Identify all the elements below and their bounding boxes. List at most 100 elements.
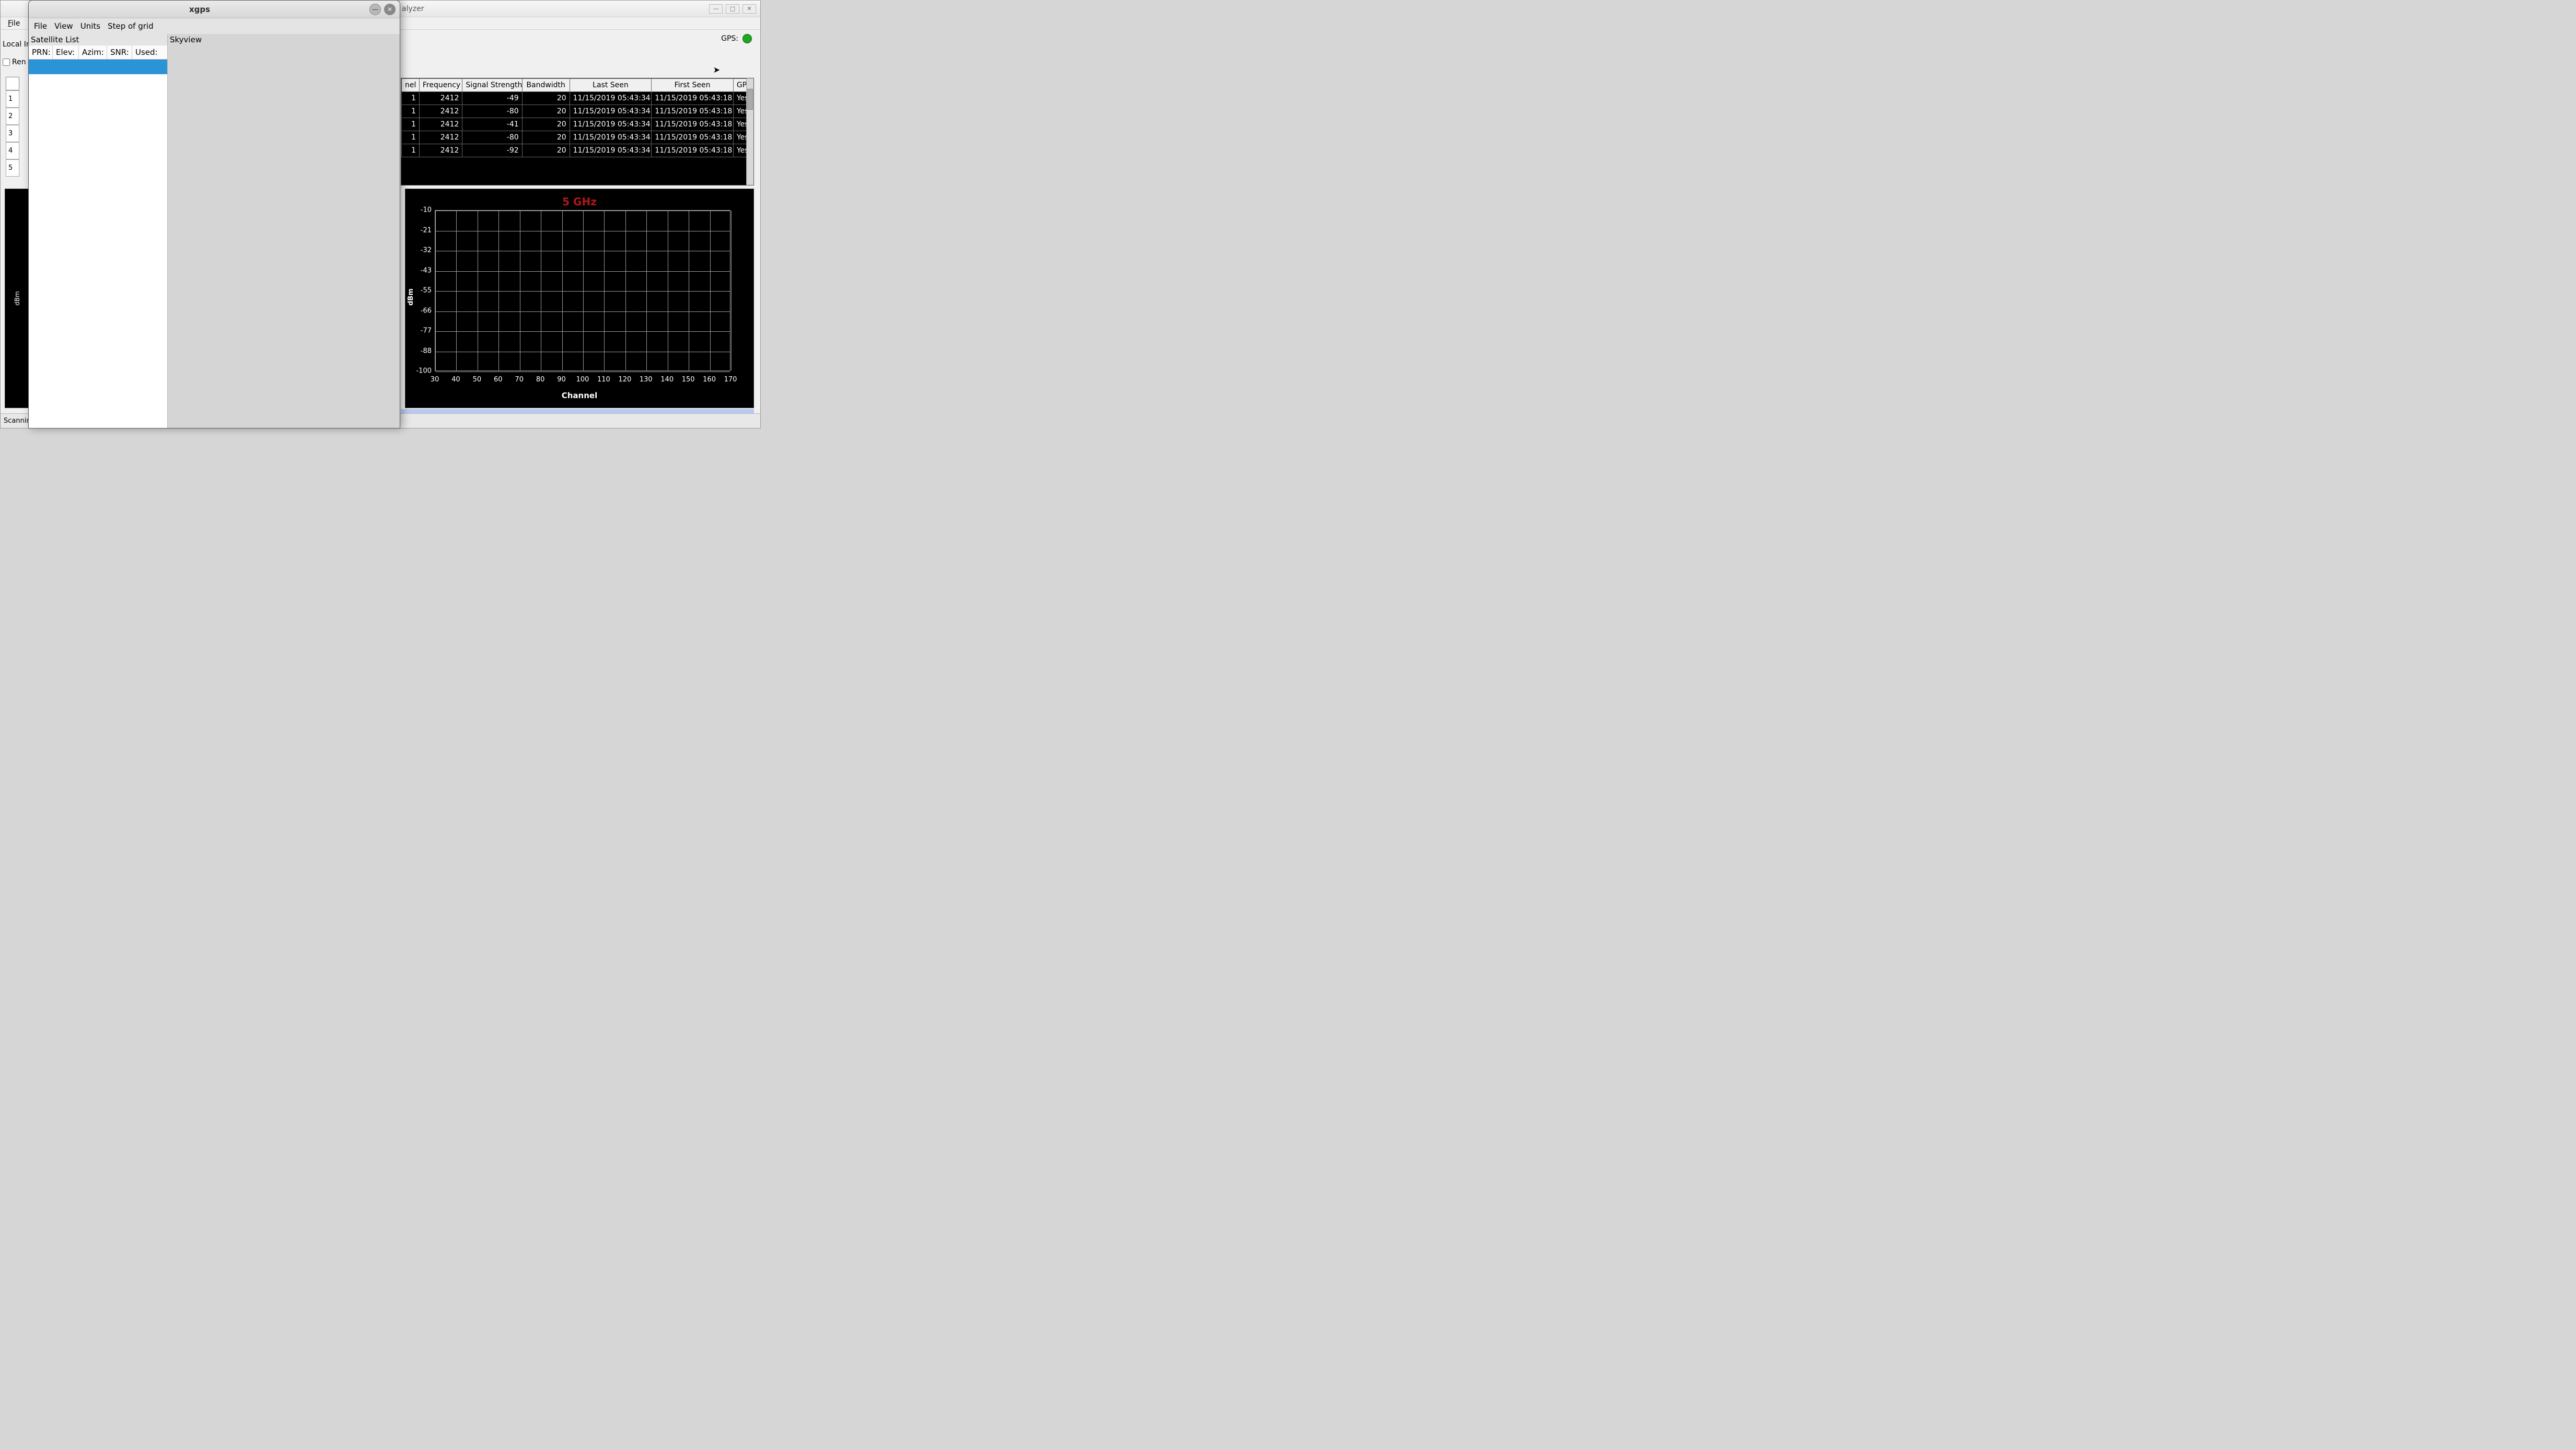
grid-vline — [456, 211, 457, 370]
chart-xtick: 140 — [660, 376, 674, 384]
chart-xtick: 60 — [494, 376, 503, 384]
table-row[interactable]: 12412-802011/15/2019 05:43:3411/15/2019 … — [402, 105, 753, 118]
chart-xtick: 150 — [682, 376, 695, 384]
row-header-blank — [6, 77, 19, 90]
close-button[interactable]: ✕ — [742, 4, 756, 14]
col-first-seen[interactable]: First Seen — [652, 79, 734, 92]
table-row[interactable]: 12412-412011/15/2019 05:43:3411/15/2019 … — [402, 118, 753, 131]
skyview-header: Skyview — [168, 34, 400, 45]
chart-ytick: -77 — [405, 327, 432, 335]
xgps-menu-view[interactable]: View — [54, 21, 73, 31]
grid-vline — [583, 211, 584, 370]
grid-hline — [435, 311, 730, 312]
table-row[interactable]: 12412-922011/15/2019 05:43:3411/15/2019 … — [402, 144, 753, 157]
chart-xtick: 80 — [536, 376, 545, 384]
col-channel-fragment[interactable]: nel — [402, 79, 420, 92]
chart-xtick: 100 — [576, 376, 589, 384]
cell: -80 — [462, 131, 522, 144]
grid-vline — [710, 211, 711, 370]
cell: 20 — [522, 105, 570, 118]
networks-table[interactable]: nel Frequency Signal Strength Bandwidth … — [401, 78, 754, 185]
xgps-minimize-button[interactable]: — — [369, 4, 381, 15]
col-azim[interactable]: Azim: — [79, 45, 107, 59]
cell: 11/15/2019 05:43:18 — [652, 92, 734, 105]
chart-ytick: -10 — [405, 206, 432, 214]
cell: 1 — [402, 105, 420, 118]
table-row[interactable]: 12412-802011/15/2019 05:43:3411/15/2019 … — [402, 131, 753, 144]
row-header-3[interactable]: 3 — [6, 125, 19, 142]
grid-vline — [625, 211, 626, 370]
cell: 1 — [402, 144, 420, 157]
chart-ytick: -32 — [405, 247, 432, 254]
chart-ytick: -88 — [405, 347, 432, 355]
scrollbar-thumb[interactable] — [747, 89, 753, 110]
cell: 11/15/2019 05:43:18 — [652, 144, 734, 157]
grid-vline — [498, 211, 499, 370]
chart-ytick: -55 — [405, 287, 432, 295]
chart-xtick: 110 — [597, 376, 610, 384]
xgps-menu-step[interactable]: Step of grid — [108, 21, 154, 31]
row-header-1[interactable]: 1 — [6, 90, 19, 108]
progress-strip — [401, 409, 754, 413]
xgps-close-button[interactable]: ✕ — [384, 4, 396, 15]
xgps-titlebar[interactable]: xgps — ✕ — [29, 1, 400, 18]
table-scrollbar[interactable] — [746, 78, 753, 185]
grid-vline — [604, 211, 605, 370]
grid-vline — [646, 211, 647, 370]
col-used[interactable]: Used: — [132, 45, 167, 59]
minimize-button[interactable]: — — [709, 4, 723, 14]
chart-xtick: 40 — [451, 376, 460, 384]
cell: -92 — [462, 144, 522, 157]
xgps-menu-units[interactable]: Units — [80, 21, 100, 31]
col-bandwidth[interactable]: Bandwidth — [522, 79, 570, 92]
cell: 2412 — [419, 131, 462, 144]
row-header-4[interactable]: 4 — [6, 142, 19, 159]
col-elev[interactable]: Elev: — [53, 45, 79, 59]
satellite-list-header: Satellite List — [29, 34, 167, 45]
xgps-menu-file[interactable]: File — [34, 21, 47, 31]
satellite-selected-row[interactable] — [29, 60, 167, 74]
grid-vline — [435, 211, 436, 370]
row-header-5[interactable]: 5 — [6, 159, 19, 177]
cell: 11/15/2019 05:43:34 — [570, 131, 652, 144]
xgps-menubar: File View Units Step of grid — [29, 18, 400, 34]
cell: -80 — [462, 105, 522, 118]
cell: 2412 — [419, 92, 462, 105]
grid-hline — [435, 271, 730, 272]
maximize-button[interactable]: □ — [726, 4, 739, 14]
skyview-panel: Skyview — [168, 34, 400, 428]
status-text-fragment: Scannin — [4, 417, 31, 425]
cell: 2412 — [419, 118, 462, 131]
grid-hline — [435, 291, 730, 292]
chart-left-ylabel: dBm — [14, 291, 21, 306]
remember-checkbox[interactable] — [3, 59, 10, 66]
chart-xtick: 50 — [473, 376, 482, 384]
col-snr[interactable]: SNR: — [107, 45, 132, 59]
table-row[interactable]: 12412-492011/15/2019 05:43:3411/15/2019 … — [402, 92, 753, 105]
row-header-2[interactable]: 2 — [6, 108, 19, 125]
cell: 2412 — [419, 105, 462, 118]
chart-grid — [435, 210, 730, 371]
col-signal-strength[interactable]: Signal Strength — [462, 79, 522, 92]
col-frequency[interactable]: Frequency — [419, 79, 462, 92]
xgps-window[interactable]: xgps — ✕ File View Units Step of grid Sa… — [28, 0, 400, 428]
chart-ytick: -100 — [405, 367, 432, 375]
cell: 11/15/2019 05:43:34 — [570, 118, 652, 131]
chart-xtick: 160 — [703, 376, 716, 384]
row-header-grid: 1 2 3 4 5 — [6, 77, 28, 177]
chart-xtick: 170 — [724, 376, 737, 384]
table-header-row: nel Frequency Signal Strength Bandwidth … — [402, 79, 753, 92]
cell: 11/15/2019 05:43:18 — [652, 105, 734, 118]
menu-file[interactable]: File — [5, 19, 23, 28]
chart-xtick: 130 — [640, 376, 653, 384]
satellite-list-panel: Satellite List PRN: Elev: Azim: SNR: Use… — [29, 34, 168, 428]
chart-ytick: -21 — [405, 226, 432, 234]
cell: -41 — [462, 118, 522, 131]
chart-ytick: -66 — [405, 307, 432, 315]
cell: -49 — [462, 92, 522, 105]
cell: 11/15/2019 05:43:18 — [652, 131, 734, 144]
col-prn[interactable]: PRN: — [29, 45, 53, 59]
col-last-seen[interactable]: Last Seen — [570, 79, 652, 92]
grid-vline — [562, 211, 563, 370]
cell: 20 — [522, 92, 570, 105]
